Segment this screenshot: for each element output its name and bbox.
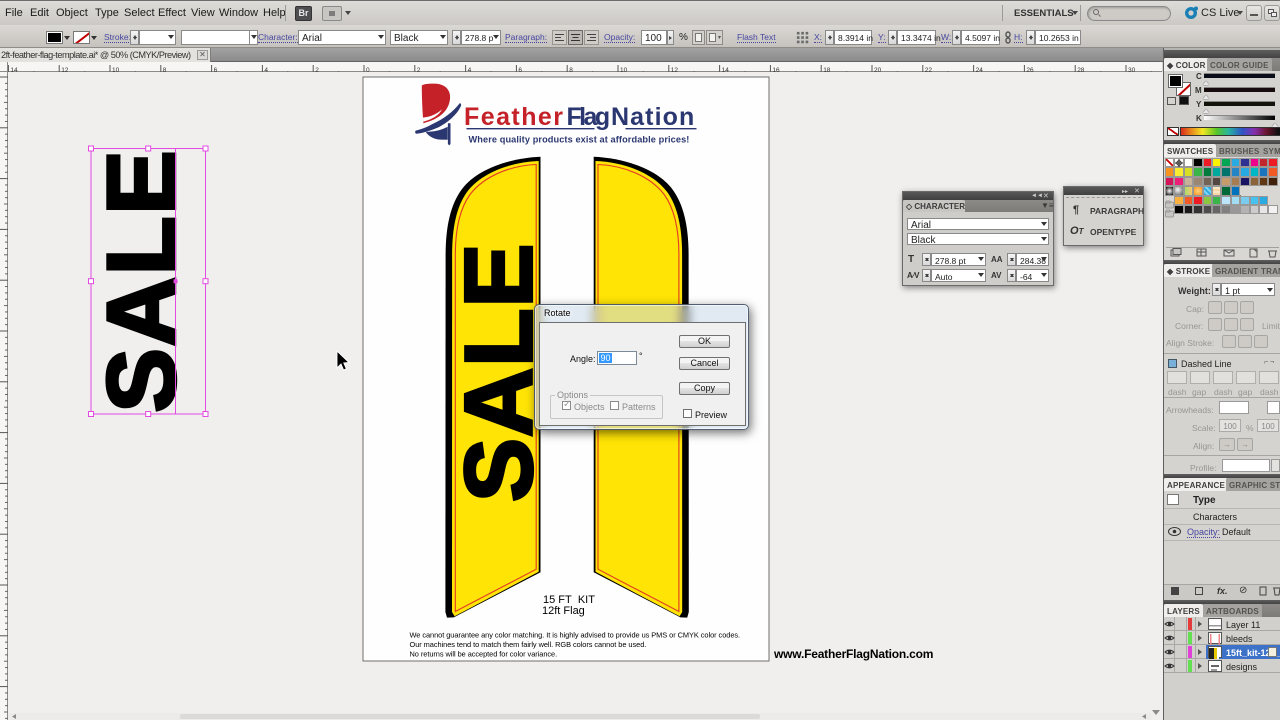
svg-text:Where quality products exist a: Where quality products exist at affordab…	[469, 135, 690, 145]
svg-text:No returns will be accepted fo: No returns will be accepted for color va…	[410, 650, 558, 659]
svg-text:12ft Flag: 12ft Flag	[542, 605, 585, 617]
svg-text:SALE: SALE	[89, 149, 196, 413]
svg-text:Nation: Nation	[611, 103, 695, 131]
svg-text:Flag: Flag	[567, 103, 609, 131]
svg-text:Feather: Feather	[464, 103, 564, 131]
svg-text:www.FeatherFlagNation.com: www.FeatherFlagNation.com	[773, 647, 933, 661]
svg-text:Our machines tend to match the: Our machines tend to match them fairly w…	[410, 640, 647, 649]
svg-text:We cannot guarantee any color: We cannot guarantee any color matching. …	[410, 631, 741, 640]
